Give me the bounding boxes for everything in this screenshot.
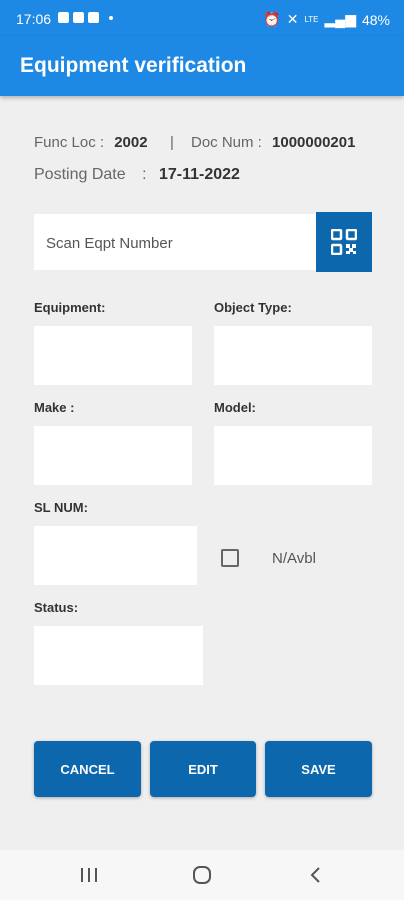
youtube-notification-icon-2 (88, 12, 99, 23)
object-type-label: Object Type: (214, 300, 292, 315)
status-bar: 17:06 ⏰ ✕ LTE ▂▄▆ 48% (0, 0, 404, 36)
cancel-button[interactable]: CANCEL (34, 741, 141, 797)
youtube-notification-icon (73, 12, 84, 23)
battery-level: 48% (361, 11, 390, 28)
sl-num-field[interactable] (34, 526, 197, 585)
alarm-icon: ⏰ (263, 11, 281, 27)
app-bar: Equipment verification (0, 36, 404, 96)
page-title: Equipment verification (20, 54, 247, 77)
func-loc-value: 2002 (114, 134, 148, 151)
mute-icon: ✕ (286, 11, 299, 27)
home-icon[interactable] (192, 865, 212, 885)
signal-icon: ▂▄▆ (324, 11, 356, 27)
func-loc-label: Func Loc : (34, 134, 105, 151)
posting-date-value: 17-11-2022 (158, 166, 240, 183)
back-icon[interactable] (308, 866, 322, 884)
separator: | (170, 134, 174, 151)
qr-scan-button[interactable] (316, 212, 372, 272)
qr-code-icon (331, 229, 357, 255)
clock: 17:06 (16, 11, 52, 27)
sl-num-label: SL NUM: (34, 500, 88, 515)
doc-num-row: Doc Num : 1000000201 (191, 134, 355, 151)
doc-num-label: Doc Num : (191, 134, 262, 151)
posting-date-colon: : (142, 166, 147, 183)
object-type-field[interactable] (214, 326, 372, 385)
image-notification-icon (58, 12, 69, 23)
doc-num-value: 1000000201 (272, 134, 356, 151)
model-label: Model: (214, 400, 256, 415)
posting-date-row: Posting Date : 17-11-2022 (34, 166, 240, 184)
scan-field[interactable] (34, 214, 318, 272)
not-available-label: N/Avbl (272, 550, 316, 567)
make-field[interactable] (34, 426, 192, 485)
system-icons: ⏰ ✕ LTE ▂▄▆ 48% (263, 11, 390, 28)
make-label: Make : (34, 400, 75, 415)
notification-icons (58, 12, 113, 23)
status-label: Status: (34, 600, 79, 615)
edit-button[interactable]: EDIT (150, 741, 256, 797)
not-available-checkbox[interactable] (221, 549, 239, 567)
model-field[interactable] (214, 426, 372, 485)
func-loc-row: Func Loc : 2002 (34, 134, 148, 151)
recent-apps-icon[interactable] (80, 867, 98, 883)
posting-date-label: Posting Date (34, 166, 126, 183)
equipment-label: Equipment: (34, 300, 106, 315)
scan-equipment-input[interactable] (34, 214, 318, 272)
save-button[interactable]: SAVE (265, 741, 372, 797)
more-notifications-icon (109, 15, 113, 20)
status-field[interactable] (34, 626, 203, 685)
system-navigation-bar (0, 850, 404, 900)
equipment-field[interactable] (34, 326, 192, 385)
network-type-label: LTE (304, 14, 319, 24)
